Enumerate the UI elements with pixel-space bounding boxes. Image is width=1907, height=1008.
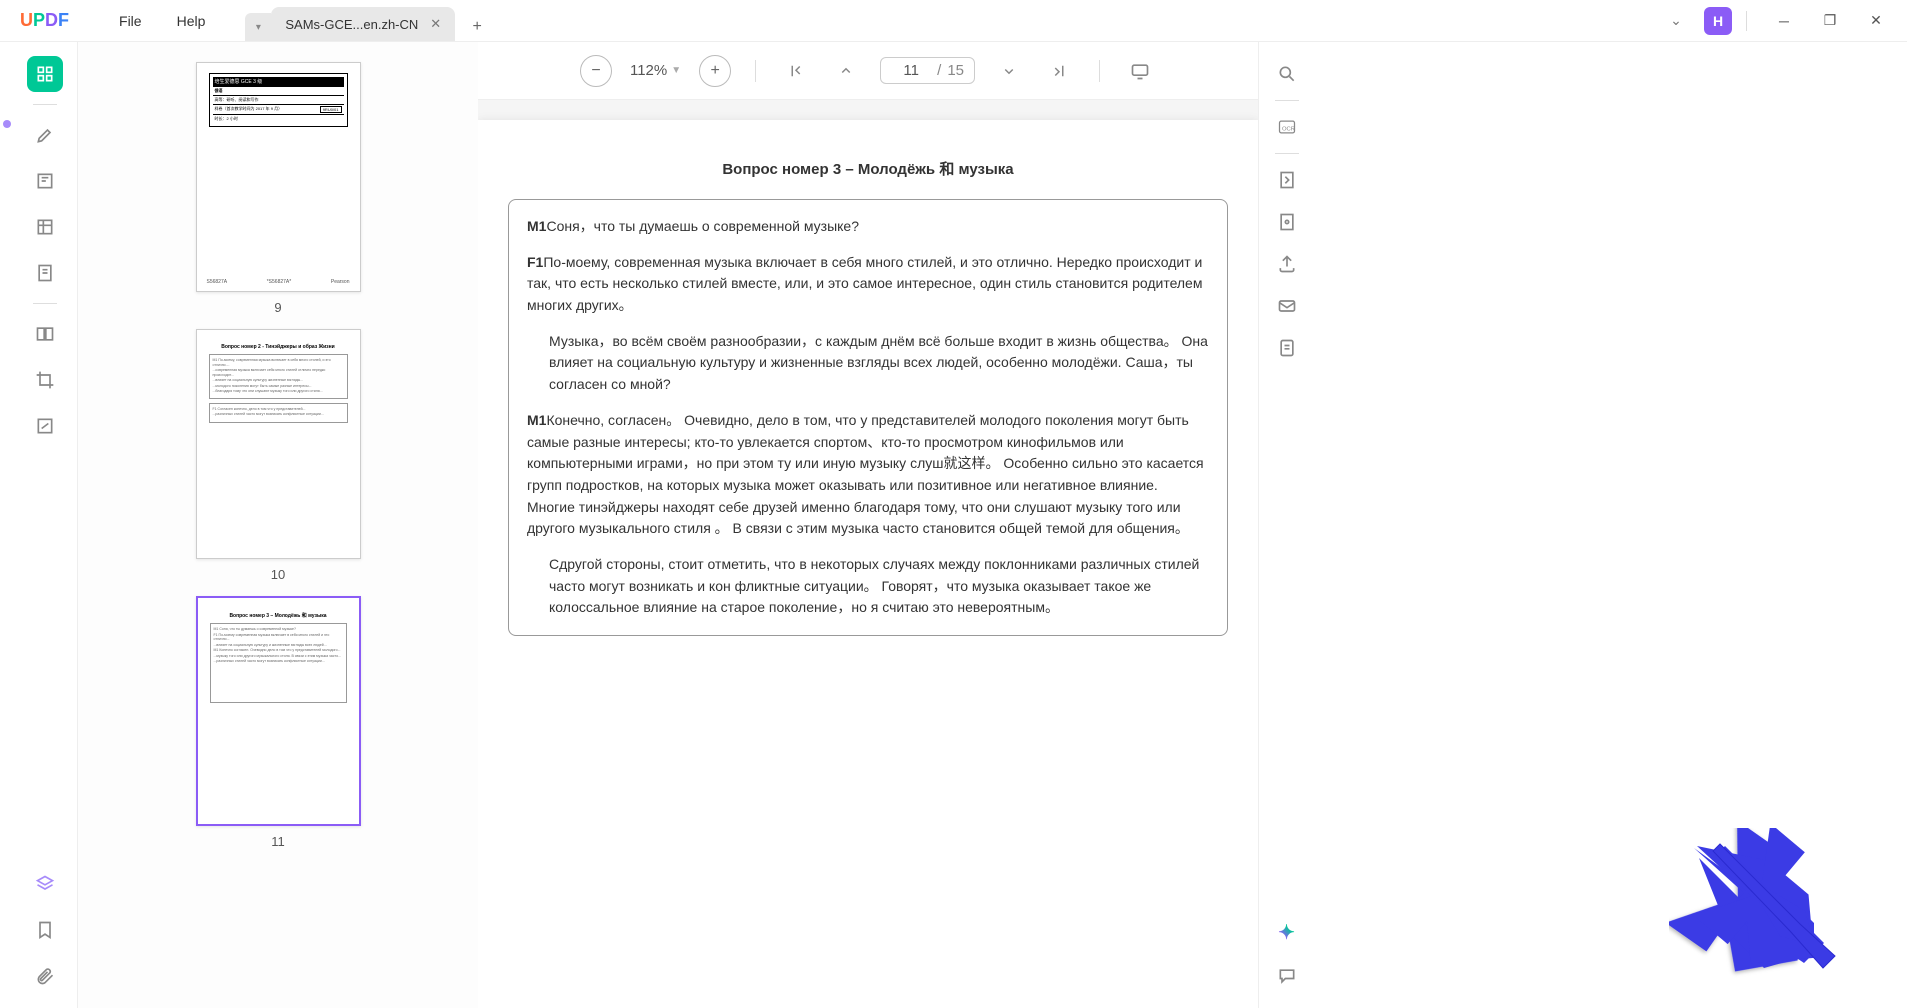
crop-tool[interactable]	[27, 362, 63, 398]
close-button[interactable]: ✕	[1853, 0, 1899, 42]
app-logo: UPDF	[0, 10, 89, 31]
tab-bar: ▾ SAMs-GCE...en.zh-CN ✕ +	[245, 0, 491, 41]
new-tab-button[interactable]: +	[463, 13, 491, 41]
titlebar: UPDF File Help ▾ SAMs-GCE...en.zh-CN ✕ +…	[0, 0, 1907, 42]
speaker-label: М1	[527, 218, 546, 234]
thumb-text: 时长：2 小时	[213, 114, 344, 123]
dialog-text: По-моему, современная музыка включает в …	[527, 254, 1202, 313]
minimize-button[interactable]: ─	[1761, 0, 1807, 42]
dialog-text: Соня，что ты думаешь о современной музыке…	[546, 218, 859, 234]
svg-text:OCR: OCR	[1282, 126, 1295, 132]
thumb-barcode: *S56827A*	[267, 279, 291, 285]
zoom-out-button[interactable]: −	[580, 55, 612, 87]
viewer-toolbar: − 112% ▼ + / 15	[478, 42, 1258, 100]
menu-help[interactable]: Help	[177, 13, 206, 29]
separator	[33, 104, 57, 105]
speaker-label: М1	[527, 412, 546, 428]
search-button[interactable]	[1269, 56, 1305, 92]
total-pages: 15	[947, 62, 964, 79]
speaker-label: F1	[527, 254, 543, 270]
separator	[1275, 153, 1299, 154]
main-menu: File Help	[89, 13, 205, 29]
dialog-text: Сдругой стороны, стоит отметить, что в н…	[549, 556, 1199, 615]
text-tool[interactable]	[27, 163, 63, 199]
accent-dot	[3, 120, 11, 128]
right-toolbar: OCR ✦	[1258, 42, 1314, 1008]
thumb-code: 9RU0/01	[320, 106, 342, 113]
maximize-button[interactable]: ❐	[1807, 0, 1853, 42]
page-indicator[interactable]: / 15	[880, 57, 975, 84]
divider	[1746, 11, 1747, 31]
menu-file[interactable]: File	[119, 13, 142, 29]
email-button[interactable]	[1269, 288, 1305, 324]
thumb-text: 俄语	[213, 86, 344, 95]
organize-tool[interactable]	[27, 316, 63, 352]
ocr-button[interactable]: OCR	[1269, 109, 1305, 145]
user-avatar[interactable]: H	[1704, 7, 1732, 35]
dialog-box: М1Соня，что ты думаешь о современной музы…	[508, 199, 1228, 636]
thumbnail-label: 11	[196, 834, 361, 849]
pdf-page: Вопрос номер 3 – Молодёжь 和 музыка М1Сон…	[478, 120, 1258, 1008]
page-input[interactable]	[891, 62, 931, 79]
dropdown-icon[interactable]: ⌄	[1662, 7, 1690, 35]
thumbnail-label: 10	[196, 567, 361, 582]
layers-tool[interactable]	[27, 866, 63, 902]
document-tab[interactable]: SAMs-GCE...en.zh-CN ✕	[271, 7, 455, 41]
left-toolbar	[12, 42, 78, 1008]
last-page-button[interactable]	[1043, 55, 1075, 87]
form-tool[interactable]	[27, 209, 63, 245]
comment-button[interactable]	[1269, 958, 1305, 994]
thumbnail-page-10[interactable]: Вопрос номер 2 - Тинэйджеры и образ Жизн…	[196, 329, 361, 559]
first-page-button[interactable]	[780, 55, 812, 87]
thumb-header: 培生爱德思 GCE 3 级	[213, 77, 344, 86]
viewer: − 112% ▼ + / 15 Вопрос номер 3 – Молодёж…	[478, 42, 1258, 1008]
prev-page-button[interactable]	[830, 55, 862, 87]
separator	[1275, 100, 1299, 101]
redact-tool[interactable]	[27, 408, 63, 444]
thumb-text: 高等：研听、阅读和写作	[213, 95, 344, 104]
tab-close-icon[interactable]: ✕	[430, 16, 441, 32]
page-title: Вопрос номер 3 – Молодёжь 和 музыка	[508, 158, 1228, 179]
dialog-text: Музыка，во всём своём разнообразии，с кажд…	[549, 333, 1208, 392]
highlight-tool[interactable]	[27, 117, 63, 153]
zoom-level[interactable]: 112% ▼	[630, 62, 681, 79]
compress-button[interactable]	[1269, 162, 1305, 198]
thumb-title: Вопрос номер 2 - Тинэйджеры и образ Жизн…	[209, 344, 348, 350]
page-tool[interactable]	[27, 255, 63, 291]
separator	[33, 303, 57, 304]
tab-list-button[interactable]: ▾	[245, 13, 271, 41]
next-page-button[interactable]	[993, 55, 1025, 87]
share-button[interactable]	[1269, 246, 1305, 282]
page-view[interactable]: Вопрос номер 3 – Молодёжь 和 музыка М1Сон…	[478, 100, 1258, 1008]
thumbnail-page-9[interactable]: 培生爱德思 GCE 3 级 俄语 高等：研听、阅读和写作 样卷（首次教学时间为 …	[196, 62, 361, 292]
window-controls: ─ ❐ ✕	[1761, 0, 1899, 42]
thumbnail-label: 9	[196, 300, 361, 315]
presentation-button[interactable]	[1124, 55, 1156, 87]
main-area: 培生爱德思 GCE 3 级 俄语 高等：研听、阅读和写作 样卷（首次教学时间为 …	[0, 42, 1907, 1008]
thumb-title: Вопрос номер 3 – Молодёжь 和 музыка	[210, 612, 347, 619]
zoom-in-button[interactable]: +	[699, 55, 731, 87]
separator	[1099, 60, 1100, 82]
dialog-text: Конечно, согласен。 Очевидно, дело в том,…	[527, 412, 1204, 536]
thumbnail-page-11[interactable]: Вопрос номер 3 – Молодёжь 和 музыка М1 Со…	[196, 596, 361, 826]
ai-assistant-button[interactable]: ✦	[1269, 914, 1305, 950]
print-button[interactable]	[1269, 330, 1305, 366]
protect-button[interactable]	[1269, 204, 1305, 240]
separator	[755, 60, 756, 82]
thumbnails-tool[interactable]	[27, 56, 63, 92]
bookmark-tool[interactable]	[27, 912, 63, 948]
thumb-brand: Pearson	[331, 279, 350, 285]
thumb-text: 样卷（首次教学时间为 2017 年 9 月）	[215, 106, 283, 113]
thumbnail-panel[interactable]: 培生爱德思 GCE 3 级 俄语 高等：研听、阅读和写作 样卷（首次教学时间为 …	[78, 42, 478, 1008]
tab-label: SAMs-GCE...en.zh-CN	[285, 17, 418, 32]
attachment-tool[interactable]	[27, 958, 63, 994]
titlebar-right: ⌄ H ─ ❐ ✕	[1662, 0, 1907, 42]
